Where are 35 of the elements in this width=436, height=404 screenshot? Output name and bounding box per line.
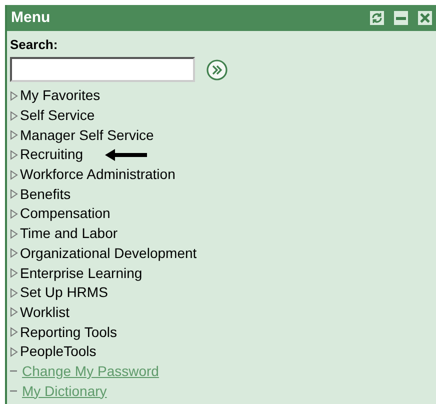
go-button[interactable] <box>206 58 228 80</box>
expand-triangle-icon[interactable] <box>10 346 18 357</box>
menu-item[interactable]: Worklist <box>20 302 70 323</box>
menu-item[interactable]: PeopleTools <box>20 341 96 362</box>
menu-item[interactable]: My Favorites <box>20 85 100 106</box>
expand-triangle-icon[interactable] <box>10 268 18 278</box>
expand-triangle-icon[interactable] <box>10 327 18 338</box>
expand-triangle-icon[interactable] <box>10 150 18 160</box>
menu-item[interactable]: Enterprise Learning <box>20 262 142 284</box>
expand-triangle-icon[interactable] <box>10 90 18 101</box>
menu-item[interactable]: Reporting Tools <box>20 322 118 343</box>
expand-triangle-icon[interactable] <box>10 110 18 121</box>
menu-item[interactable]: Recruiting <box>20 144 84 166</box>
menu-item[interactable]: Organizational Development <box>20 242 197 264</box>
menu-item[interactable]: Workforce Administration <box>20 164 176 186</box>
expand-triangle-icon[interactable] <box>10 248 18 258</box>
search-label: Search: <box>10 36 59 54</box>
menu-item[interactable]: Compensation <box>20 203 110 224</box>
expand-triangle-icon[interactable] <box>10 228 18 239</box>
expand-triangle-icon[interactable] <box>10 130 18 140</box>
window-title: Menu <box>11 8 52 28</box>
expand-triangle-icon[interactable] <box>10 170 18 180</box>
menu-item[interactable]: Benefits <box>20 184 71 205</box>
menu-item[interactable]: Self Service <box>20 105 95 126</box>
menu-item[interactable]: Set Up HRMS <box>20 282 108 304</box>
refresh-icon[interactable] <box>370 11 384 25</box>
menu-item[interactable]: Manager Self Service <box>20 124 154 146</box>
expand-triangle-icon[interactable] <box>10 189 18 200</box>
minimize-icon[interactable] <box>394 11 408 25</box>
expand-triangle-icon[interactable] <box>10 288 18 298</box>
close-icon[interactable] <box>418 11 432 25</box>
menu-item[interactable]: Time and Labor <box>20 223 118 244</box>
expand-triangle-icon[interactable] <box>10 208 18 219</box>
expand-triangle-icon[interactable] <box>10 307 18 318</box>
search-field[interactable] <box>10 57 195 82</box>
